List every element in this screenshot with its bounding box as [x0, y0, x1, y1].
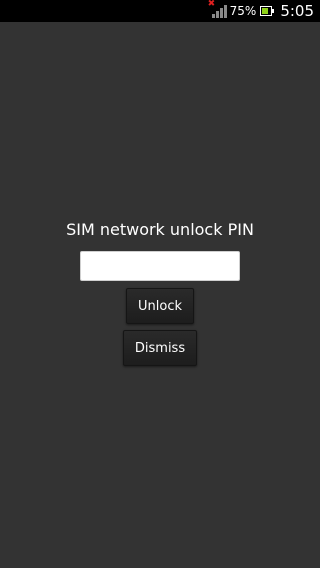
- pin-input[interactable]: [80, 251, 240, 281]
- unlock-dialog: SIM network unlock PIN Unlock Dismiss: [0, 0, 320, 568]
- dismiss-button[interactable]: Dismiss: [123, 330, 197, 366]
- unlock-button[interactable]: Unlock: [126, 288, 194, 324]
- sim-unlock-screen: ✖ 75% 5:05 SIM network unlock PIN Unlock…: [0, 0, 320, 568]
- page-title: SIM network unlock PIN: [66, 220, 254, 239]
